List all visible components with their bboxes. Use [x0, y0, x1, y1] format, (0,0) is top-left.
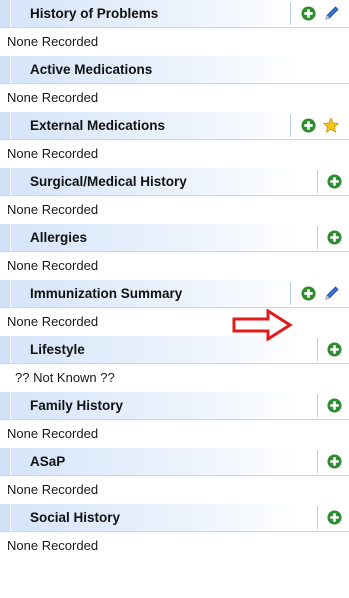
star-icon[interactable] [323, 116, 339, 133]
section-content: None Recorded [7, 202, 99, 217]
add-icon[interactable] [326, 509, 342, 525]
section-header[interactable]: History of Problems [0, 0, 349, 28]
section-content: None Recorded [7, 90, 99, 105]
section-allergies: Allergies None Recorded [0, 224, 349, 280]
section-content: None Recorded [7, 34, 99, 49]
section-content: None Recorded [7, 482, 99, 497]
section-asap: ASaP None Recorded [0, 448, 349, 504]
header-divider [317, 170, 318, 193]
section-title: ASaP [30, 454, 66, 469]
section-title: External Medications [30, 118, 166, 133]
section-header[interactable]: External Medications [0, 112, 349, 140]
section-header[interactable]: Lifestyle [0, 336, 349, 364]
section-header[interactable]: Allergies [0, 224, 349, 252]
section-content: None Recorded [7, 314, 99, 329]
section-social-history: Social History None Recorded [0, 504, 349, 560]
add-icon[interactable] [326, 397, 342, 413]
section-active-medications: Active Medications None Recorded [0, 56, 349, 112]
header-divider [290, 114, 291, 137]
section-content: ?? Not Known ?? [15, 370, 115, 385]
section-content: None Recorded [7, 258, 99, 273]
section-title: Allergies [30, 230, 88, 245]
edit-icon[interactable] [324, 5, 340, 21]
section-title: Family History [30, 398, 124, 413]
section-header[interactable]: Immunization Summary [0, 280, 349, 308]
section-external-medications: External Medications None Recorded [0, 112, 349, 168]
add-icon[interactable] [326, 453, 342, 469]
section-content: None Recorded [7, 538, 99, 553]
section-title: Lifestyle [30, 342, 85, 357]
header-divider [317, 506, 318, 529]
header-divider [290, 2, 291, 25]
clinical-summary-panel: History of Problems None Recorded Active… [0, 0, 349, 560]
section-title: Immunization Summary [30, 286, 183, 301]
section-content: None Recorded [7, 426, 99, 441]
section-lifestyle: Lifestyle ?? Not Known ?? [0, 336, 349, 392]
header-divider [290, 282, 291, 305]
add-icon[interactable] [300, 117, 316, 133]
section-header[interactable]: Family History [0, 392, 349, 420]
section-header[interactable]: ASaP [0, 448, 349, 476]
section-family-history: Family History None Recorded [0, 392, 349, 448]
section-header[interactable]: Social History [0, 504, 349, 532]
section-immunization-summary: Immunization Summary None Recorded [0, 280, 349, 336]
section-title: History of Problems [30, 6, 159, 21]
section-surgical-medical-history: Surgical/Medical History None Recorded [0, 168, 349, 224]
section-history-of-problems: History of Problems None Recorded [0, 0, 349, 56]
section-title: Social History [30, 510, 121, 525]
header-divider [317, 338, 318, 361]
add-icon[interactable] [300, 285, 316, 301]
section-header[interactable]: Active Medications [0, 56, 349, 84]
section-header[interactable]: Surgical/Medical History [0, 168, 349, 196]
header-divider [317, 450, 318, 473]
red-arrow-icon [232, 309, 293, 341]
add-icon[interactable] [326, 341, 342, 357]
add-icon[interactable] [326, 173, 342, 189]
add-icon[interactable] [326, 229, 342, 245]
header-divider [317, 226, 318, 249]
section-content: None Recorded [7, 146, 99, 161]
section-title: Active Medications [30, 62, 153, 77]
add-icon[interactable] [300, 5, 316, 21]
edit-icon[interactable] [324, 285, 340, 301]
header-divider [317, 394, 318, 417]
section-title: Surgical/Medical History [30, 174, 187, 189]
